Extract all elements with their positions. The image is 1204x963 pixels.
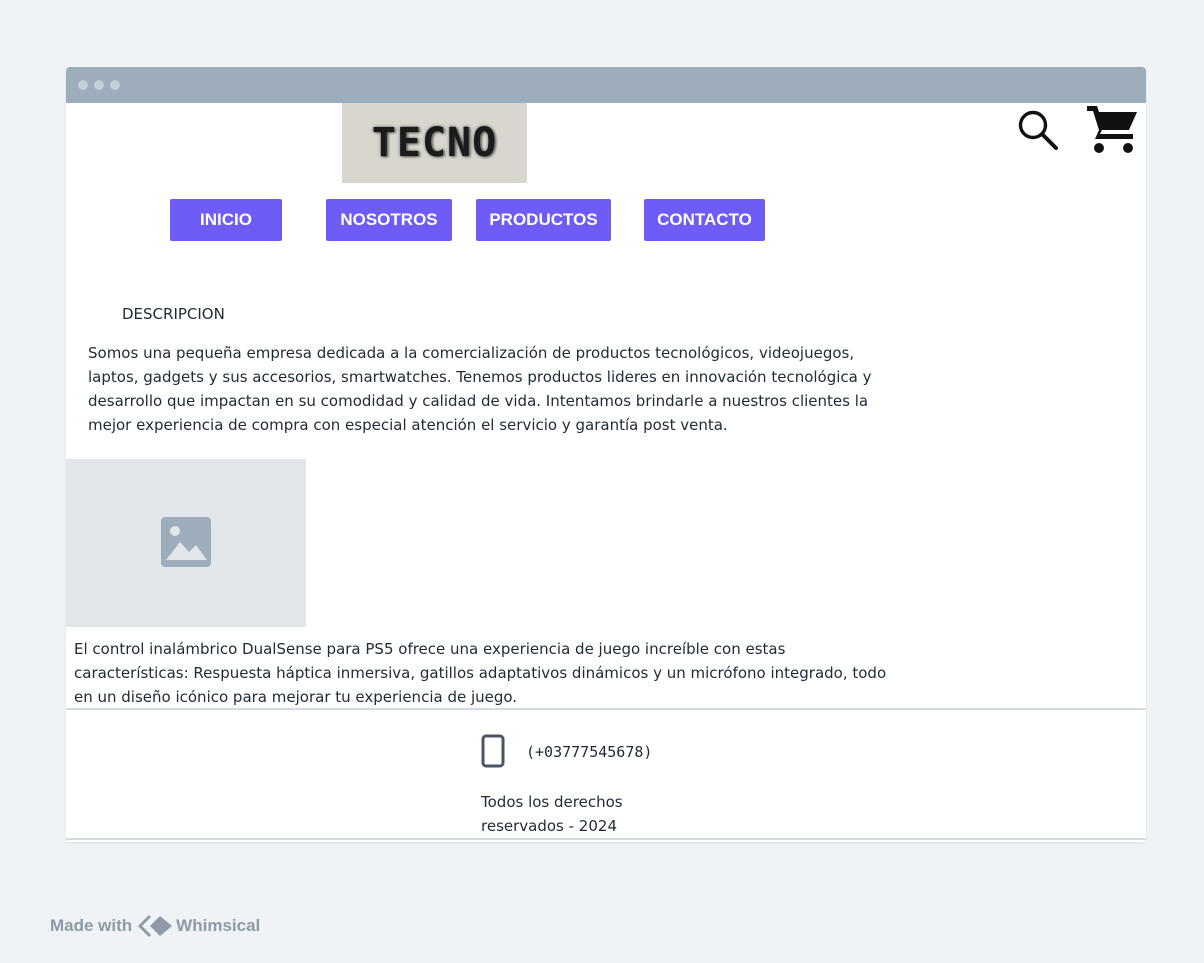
nav-nosotros-button[interactable]: NOSOTROS [326,199,452,241]
search-icon[interactable] [1016,108,1060,152]
window-dot [110,80,120,90]
browser-window: TECNO INICIO NOSOTROS PRODUCTOS CONTACTO… [66,67,1146,842]
whimsical-logo-icon [138,914,173,938]
nav-productos-button[interactable]: PRODUCTOS [476,199,611,241]
footer-rights: Todos los derechos reservados - 2024 [481,793,623,835]
cart-icon[interactable] [1085,102,1139,154]
description-title: DESCRIPCION [122,305,225,323]
whimsical-brand: Whimsical [176,916,261,935]
logo[interactable]: TECNO [342,103,527,183]
window-titlebar [66,67,1146,103]
product-image[interactable] [66,459,306,627]
footer-divider [66,708,1146,710]
footer-bottom-divider [66,838,1146,840]
logo-text: TECNO [371,120,498,166]
product-description: El control inalámbrico DualSense para PS… [74,640,887,706]
tablet-icon [481,734,505,768]
made-with-badge[interactable]: Made with Whimsical [50,914,260,938]
nav-contacto-button[interactable]: CONTACTO [644,199,765,241]
image-icon [161,517,211,567]
window-dot [94,80,104,90]
window-dot [78,80,88,90]
nav-inicio-button[interactable]: INICIO [170,199,282,241]
footer-phone: (+03777545678) [526,743,653,761]
description-text: Somos una pequeña empresa dedicada a la … [88,344,872,434]
made-with-label: Made with [50,916,133,935]
